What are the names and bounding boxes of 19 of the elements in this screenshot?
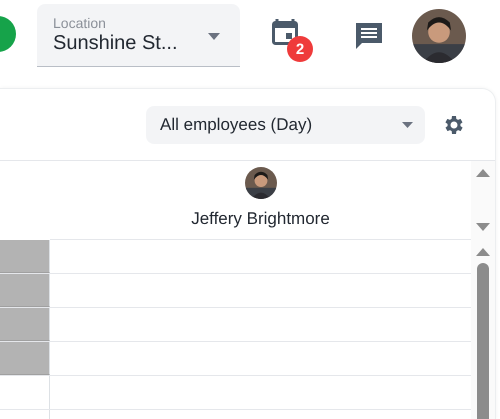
blocked-time-cell[interactable] — [0, 240, 50, 273]
caret-icon — [208, 33, 220, 40]
scroll-up-icon[interactable] — [476, 169, 490, 177]
notification-badge: 2 — [287, 36, 313, 62]
message-icon — [354, 20, 384, 50]
blocked-time-cell[interactable] — [0, 274, 50, 307]
employee-filter-dropdown[interactable]: All employees (Day) — [146, 106, 425, 144]
employee-name: Jeffery Brightmore — [191, 209, 330, 229]
blocked-time-cell[interactable] — [0, 308, 50, 341]
calendar-button[interactable]: 2 — [268, 14, 314, 64]
location-label: Location — [53, 15, 107, 31]
location-dropdown[interactable]: Location Sunshine St... — [37, 4, 240, 67]
scroll-down-icon[interactable] — [476, 223, 490, 231]
location-value: Sunshine St... — [53, 31, 178, 55]
caret-icon — [402, 122, 413, 128]
calendar-icon — [272, 18, 298, 45]
scroll-up-icon[interactable] — [476, 248, 490, 256]
blocked-time-cell[interactable] — [0, 342, 50, 375]
scrollbar-thumb[interactable] — [477, 263, 489, 419]
